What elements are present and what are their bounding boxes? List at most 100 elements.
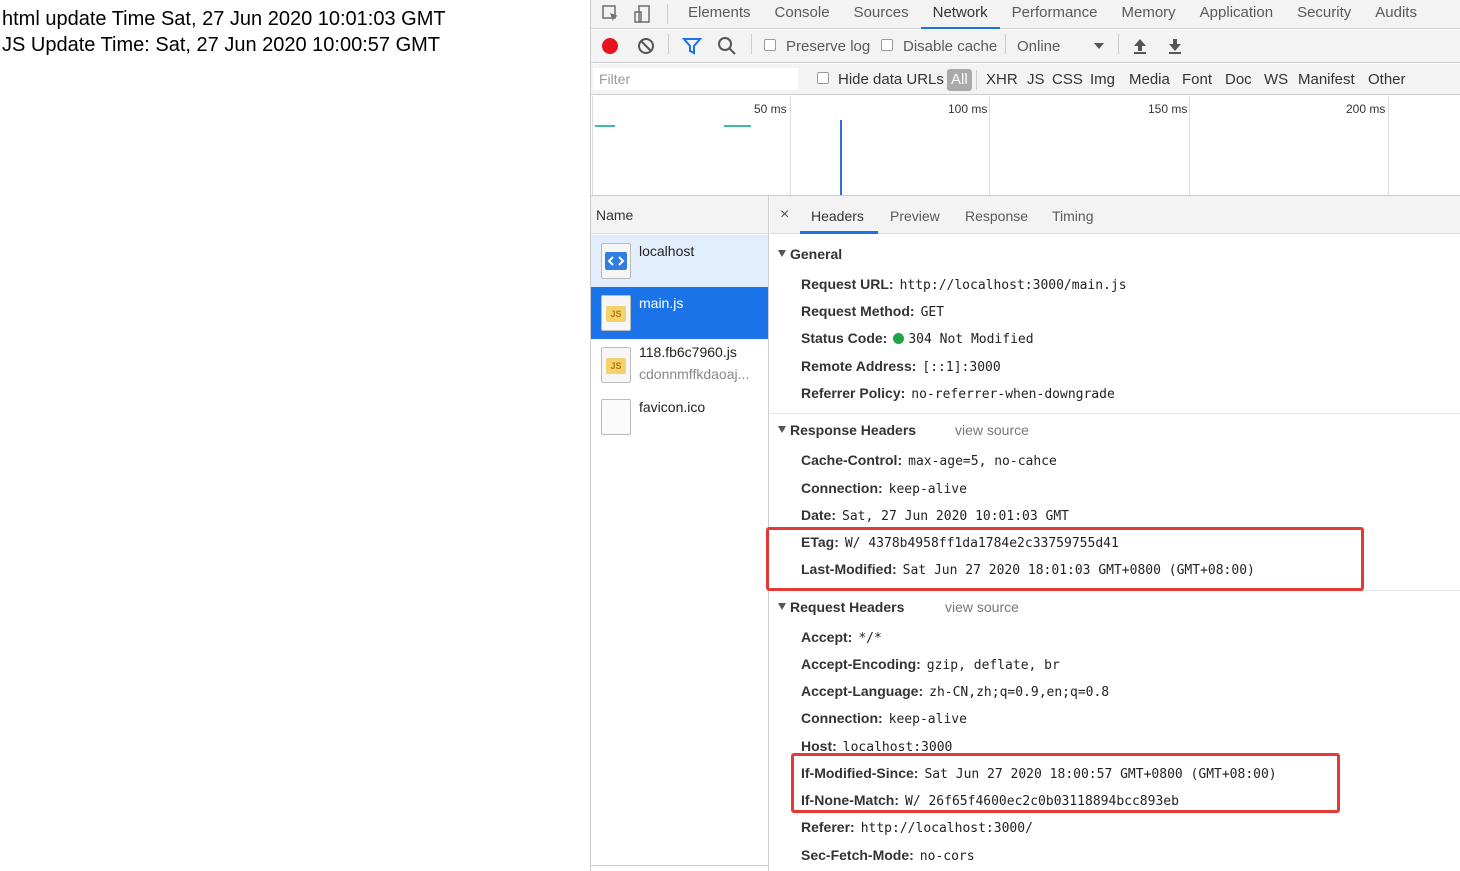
collapse-triangle-icon — [778, 426, 786, 433]
clear-icon[interactable] — [636, 36, 656, 56]
record-icon[interactable] — [600, 36, 620, 56]
divider — [668, 34, 669, 54]
dropdown-arrow-icon[interactable] — [1089, 36, 1109, 56]
overview-tick: 150 ms — [1148, 102, 1188, 116]
general-section-toggle[interactable]: General — [778, 246, 842, 262]
overview-gridline — [1388, 96, 1389, 195]
tab-network[interactable]: Network — [920, 0, 1000, 29]
divider — [667, 4, 668, 24]
request-row-main-js[interactable]: JS main.js — [591, 287, 768, 339]
annotation-box-etag-last-modified — [766, 527, 1364, 591]
tab-console[interactable]: Console — [763, 0, 842, 29]
overview-tick: 200 ms — [1346, 102, 1386, 116]
filter-other[interactable]: Other — [1368, 71, 1406, 88]
tab-memory[interactable]: Memory — [1110, 0, 1188, 29]
header-row: Accept: */* — [801, 629, 882, 646]
devtools-tabs: Elements Console Sources Network Perform… — [676, 0, 1429, 29]
disable-cache-checkbox[interactable] — [881, 39, 893, 51]
request-list: Name localhost JS main.js JS 118.fb6c796… — [591, 196, 769, 871]
hide-data-urls-label: Hide data URLs — [838, 71, 944, 88]
request-list-footer — [591, 865, 768, 871]
header-row: Request Method: GET — [801, 303, 945, 320]
dom-content-loaded-marker — [840, 120, 842, 195]
filter-ws[interactable]: WS — [1264, 71, 1288, 88]
hide-data-urls-checkbox[interactable] — [817, 72, 829, 84]
tab-timing[interactable]: Timing — [1052, 208, 1094, 224]
filter-media[interactable]: Media — [1129, 71, 1170, 88]
overview-gridline — [790, 96, 791, 195]
export-har-icon[interactable] — [1165, 36, 1185, 56]
disable-cache-label: Disable cache — [903, 38, 998, 55]
filter-all[interactable]: All — [947, 69, 972, 91]
request-headers-section-toggle[interactable]: Request Headers — [778, 599, 904, 615]
header-row: Accept-Encoding: gzip, deflate, br — [801, 656, 1060, 673]
search-icon[interactable] — [717, 36, 737, 56]
divider — [1118, 34, 1119, 54]
request-view-source-link[interactable]: view source — [945, 599, 1019, 615]
import-har-icon[interactable] — [1130, 36, 1150, 56]
response-view-source-link[interactable]: view source — [955, 422, 1029, 438]
filter-css[interactable]: CSS — [1052, 71, 1083, 88]
tab-application[interactable]: Application — [1188, 0, 1285, 29]
response-headers-section-toggle[interactable]: Response Headers — [778, 422, 916, 438]
header-row: Sec-Fetch-Mode: no-cors — [801, 847, 975, 864]
request-row-localhost[interactable]: localhost — [591, 235, 768, 287]
tab-sources[interactable]: Sources — [842, 0, 921, 29]
tab-elements[interactable]: Elements — [676, 0, 763, 29]
filter-xhr[interactable]: XHR — [986, 71, 1018, 88]
request-row-chunk-js[interactable]: JS 118.fb6c7960.js cdonnmffkdaoaj... — [591, 339, 768, 391]
divider — [976, 70, 977, 90]
request-initiator: cdonnmffkdaoaj... — [639, 366, 750, 382]
tab-security[interactable]: Security — [1285, 0, 1363, 29]
header-row: Remote Address: [::1]:3000 — [801, 358, 1001, 375]
header-row: Accept-Language: zh-CN,zh;q=0.9,en;q=0.8 — [801, 683, 1110, 700]
tab-audits[interactable]: Audits — [1363, 0, 1429, 29]
tab-performance[interactable]: Performance — [1000, 0, 1110, 29]
header-row: Request URL: http://localhost:3000/main.j… — [801, 276, 1127, 293]
overview-tick: 50 ms — [754, 102, 787, 116]
filter-img[interactable]: Img — [1090, 71, 1115, 88]
filter-font[interactable]: Font — [1182, 71, 1212, 88]
details-tabbar: × Headers Preview Response Timing — [770, 196, 1460, 234]
script-file-icon: JS — [601, 295, 631, 331]
collapse-triangle-icon — [778, 603, 786, 610]
divider — [751, 34, 752, 54]
request-name: favicon.ico — [639, 399, 706, 415]
request-name: main.js — [639, 295, 684, 311]
status-ok-icon — [893, 333, 905, 344]
tab-headers[interactable]: Headers — [811, 208, 864, 224]
overview-gridline — [1189, 96, 1190, 195]
header-row: Status Code: 304 Not Modified — [801, 330, 1034, 347]
request-row-favicon[interactable]: favicon.ico — [591, 391, 768, 443]
section-divider — [770, 413, 1460, 414]
overview-gridline — [989, 96, 990, 195]
filter-bar: Hide data URLs All XHR JS CSS Img Media … — [591, 64, 1460, 95]
header-row: Connection: keep-alive — [801, 710, 967, 727]
header-row: Date: Sat, 27 Jun 2020 10:01:03 GMT — [801, 507, 1069, 524]
overview-tick: 100 ms — [948, 102, 988, 116]
preserve-log-label: Preserve log — [786, 38, 871, 55]
annotation-box-if-modified-since — [791, 753, 1340, 813]
filter-js[interactable]: JS — [1027, 71, 1045, 88]
devtools-panel: Elements Console Sources Network Perform… — [590, 0, 1460, 871]
generic-file-icon — [601, 399, 631, 435]
preserve-log-checkbox[interactable] — [764, 39, 776, 51]
filter-icon[interactable] — [681, 36, 703, 56]
overview-gridline — [592, 96, 593, 195]
device-toolbar-icon[interactable] — [633, 4, 653, 24]
filter-input[interactable] — [593, 68, 798, 90]
name-column-header[interactable]: Name — [591, 196, 768, 234]
overview-bar — [724, 125, 751, 127]
network-overview[interactable]: 50 ms 100 ms 150 ms 200 ms — [591, 96, 1460, 196]
inspect-element-icon[interactable] — [601, 4, 621, 24]
throttling-select[interactable]: Online — [1017, 38, 1060, 55]
tab-preview[interactable]: Preview — [890, 208, 940, 224]
header-row: Referrer Policy: no-referrer-when-downgra… — [801, 385, 1115, 402]
request-name: localhost — [639, 243, 695, 259]
script-file-icon: JS — [601, 347, 631, 383]
close-icon[interactable]: × — [780, 206, 789, 224]
tab-response[interactable]: Response — [965, 208, 1028, 224]
filter-manifest[interactable]: Manifest — [1298, 71, 1355, 88]
filter-doc[interactable]: Doc — [1225, 71, 1252, 88]
collapse-triangle-icon — [778, 250, 786, 257]
